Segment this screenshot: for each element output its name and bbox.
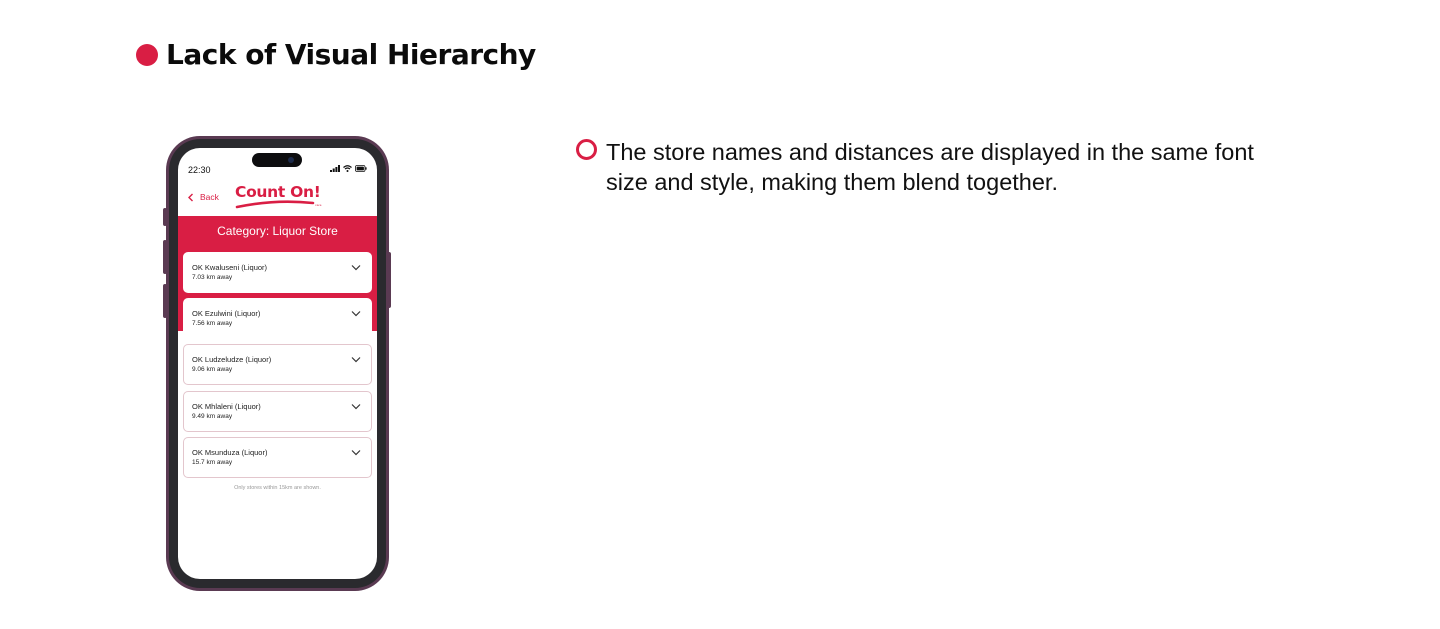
ring-bullet-icon	[576, 139, 597, 160]
chevron-down-icon[interactable]	[351, 403, 361, 410]
category-title: Category: Liquor Store	[217, 224, 338, 238]
heading-title: Lack of Visual Hierarchy	[166, 38, 536, 71]
wifi-icon	[343, 165, 352, 172]
store-name: OK Mhlaleni (Liquor)	[192, 402, 261, 411]
bullet-point: The store names and distances are displa…	[576, 137, 1276, 197]
red-dot-icon	[136, 43, 158, 66]
store-distance: 9.06 km away	[192, 366, 233, 373]
status-icons	[330, 165, 367, 174]
chevron-down-icon[interactable]	[351, 310, 361, 317]
back-label: Back	[200, 192, 219, 202]
store-name: OK Ezulwini (Liquor)	[192, 309, 261, 318]
store-card[interactable]: OK Mhlaleni (Liquor) 9.49 km away	[183, 391, 372, 432]
store-name: OK Kwaluseni (Liquor)	[192, 263, 268, 272]
store-name: OK Ludzeludze (Liquor)	[192, 355, 272, 364]
chevron-down-icon[interactable]	[351, 449, 361, 456]
status-time: 22:30	[188, 165, 211, 175]
svg-text:care: care	[315, 203, 322, 207]
store-card[interactable]: OK Ezulwini (Liquor) 7.56 km away	[183, 298, 372, 339]
phone-mockup: 22:30 Back Count On! care Category: Liqu…	[166, 136, 389, 591]
bullet-text: The store names and distances are displa…	[606, 139, 1254, 195]
camera-icon	[288, 157, 294, 163]
store-name: OK Msunduza (Liquor)	[192, 448, 268, 457]
store-card[interactable]: OK Ludzeludze (Liquor) 9.06 km away	[183, 344, 372, 385]
phone-screen: 22:30 Back Count On! care Category: Liqu…	[178, 148, 377, 579]
battery-icon	[355, 165, 367, 172]
back-button[interactable]: Back	[187, 192, 219, 202]
slide-heading: Lack of Visual Hierarchy	[136, 38, 536, 71]
store-distance: 15.7 km away	[192, 459, 233, 466]
chevron-left-icon	[188, 193, 193, 201]
store-card[interactable]: OK Msunduza (Liquor) 15.7 km away	[183, 437, 372, 478]
store-distance: 9.49 km away	[192, 413, 233, 420]
store-distance: 7.56 km away	[192, 320, 233, 327]
footer-note: Only stores within 15km are shown.	[234, 485, 321, 491]
chevron-down-icon[interactable]	[351, 264, 361, 271]
store-distance: 7.03 km away	[192, 274, 233, 281]
store-card[interactable]: OK Kwaluseni (Liquor) 7.03 km away	[183, 252, 372, 293]
dynamic-island	[252, 153, 302, 167]
signal-icon	[330, 165, 341, 172]
chevron-down-icon[interactable]	[351, 356, 361, 363]
logo-swoosh-icon: care	[235, 200, 322, 209]
count-on-logo: Count On! care	[235, 183, 327, 213]
